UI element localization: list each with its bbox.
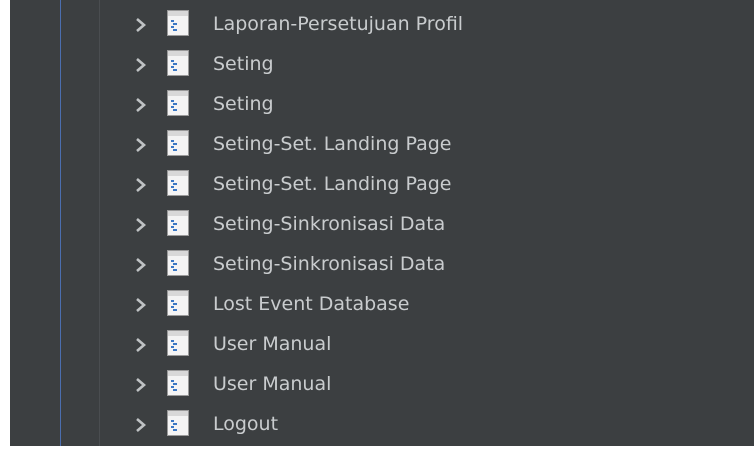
tree-item[interactable]: Seting-Set. Landing Page xyxy=(10,165,754,205)
tree-item[interactable]: User Manual xyxy=(10,365,754,405)
tree-panel: Laporan-Persetujuan Profil Seting Seting… xyxy=(10,0,754,446)
chevron-right-icon[interactable] xyxy=(134,177,148,193)
tree-item[interactable]: Seting xyxy=(10,85,754,125)
tree-item[interactable]: Seting xyxy=(10,45,754,85)
tree-item[interactable]: User Manual xyxy=(10,325,754,365)
tree-item[interactable]: Seting-Sinkronisasi Data xyxy=(10,245,754,285)
page-node-icon xyxy=(167,250,189,276)
tree-item-label: Seting-Set. Landing Page xyxy=(213,133,452,155)
chevron-right-icon[interactable] xyxy=(134,297,148,313)
chevron-right-icon[interactable] xyxy=(134,417,148,433)
page-node-icon xyxy=(167,50,189,76)
tree-item-label: User Manual xyxy=(213,333,332,355)
page-node-icon xyxy=(167,330,189,356)
tree-item-label: Lost Event Database xyxy=(213,293,410,315)
tree-item[interactable]: Laporan-Persetujuan Profil xyxy=(10,5,754,45)
tree-item[interactable]: Seting-Set. Landing Page xyxy=(10,125,754,165)
tree-item-label: Seting-Sinkronisasi Data xyxy=(213,213,446,235)
tree-item-label: Laporan-Persetujuan Profil xyxy=(213,13,464,35)
page-node-icon xyxy=(167,130,189,156)
chevron-right-icon[interactable] xyxy=(134,337,148,353)
tree-item[interactable]: Seting-Sinkronisasi Data xyxy=(10,205,754,245)
page-node-icon xyxy=(167,290,189,316)
chevron-right-icon[interactable] xyxy=(134,17,148,33)
tree-item-label: User Manual xyxy=(213,373,332,395)
page-node-icon xyxy=(167,410,189,436)
page-node-icon xyxy=(167,370,189,396)
chevron-right-icon[interactable] xyxy=(134,217,148,233)
page-node-icon xyxy=(167,170,189,196)
chevron-right-icon[interactable] xyxy=(134,97,148,113)
tree-list: Laporan-Persetujuan Profil Seting Seting… xyxy=(10,5,754,445)
tree-item-label: Logout xyxy=(213,413,279,435)
tree-item-label: Seting xyxy=(213,93,274,115)
tree-item-label: Seting-Set. Landing Page xyxy=(213,173,452,195)
chevron-right-icon[interactable] xyxy=(134,377,148,393)
chevron-right-icon[interactable] xyxy=(134,137,148,153)
tree-item[interactable]: Lost Event Database xyxy=(10,285,754,325)
page-node-icon xyxy=(167,210,189,236)
chevron-right-icon[interactable] xyxy=(134,257,148,273)
chevron-right-icon[interactable] xyxy=(134,57,148,73)
tree-item-label: Seting xyxy=(213,53,274,75)
page-node-icon xyxy=(167,90,189,116)
tree-item-label: Seting-Sinkronisasi Data xyxy=(213,253,446,275)
tree-item[interactable]: Logout xyxy=(10,405,754,445)
page-node-icon xyxy=(167,10,189,36)
